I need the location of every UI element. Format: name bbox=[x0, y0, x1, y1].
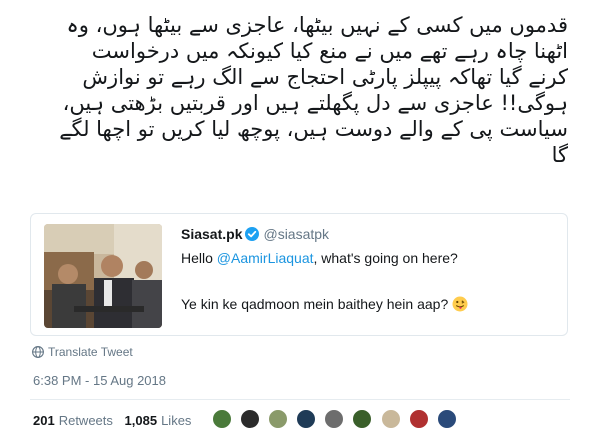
quoted-tweet-card[interactable]: Siasat.pk @siasatpk Hello @AamirLiaquat, … bbox=[30, 213, 568, 336]
liker-avatar[interactable] bbox=[240, 409, 261, 429]
tweet-text-line: گا bbox=[551, 143, 568, 167]
tweet-stats: 201 Retweets 1,085 Likes bbox=[33, 413, 199, 428]
tweet-text-line: کرنے گیا تھاکہ پیپلز پارٹی احتجاج سے الگ… bbox=[82, 65, 568, 89]
quoted-author-name[interactable]: Siasat.pk bbox=[181, 226, 242, 242]
globe-icon bbox=[32, 346, 44, 358]
retweets-count[interactable]: 201 bbox=[33, 413, 55, 428]
liker-avatar[interactable] bbox=[436, 409, 457, 429]
translate-tweet-link[interactable]: Translate Tweet bbox=[32, 345, 133, 359]
tongue-out-emoji-icon bbox=[452, 296, 468, 312]
quoted-text-line2: Ye kin ke qadmoon mein baithey hein aap? bbox=[181, 296, 449, 312]
liker-avatar[interactable] bbox=[296, 409, 317, 429]
divider bbox=[30, 399, 570, 400]
liker-avatar[interactable] bbox=[408, 409, 429, 429]
quoted-author-handle[interactable]: @siasatpk bbox=[263, 226, 329, 242]
likers-avatar-list bbox=[212, 409, 460, 431]
quoted-text-prefix: Hello bbox=[181, 250, 217, 266]
tweet-text-line: قدموں میں کسی کے نہیں بیٹھا، عاجزی سے بی… bbox=[66, 13, 568, 37]
tweet-timestamp[interactable]: 6:38 PM - 15 Aug 2018 bbox=[33, 373, 166, 388]
retweets-stat[interactable]: 201 Retweets bbox=[33, 413, 113, 428]
translate-tweet-label[interactable]: Translate Tweet bbox=[48, 345, 133, 359]
liker-avatar[interactable] bbox=[380, 409, 401, 429]
verified-badge-icon bbox=[245, 227, 260, 241]
quoted-tweet-photo[interactable] bbox=[44, 224, 162, 328]
mention-link[interactable]: @AamirLiaquat bbox=[217, 250, 314, 266]
tweet-text: قدموں میں کسی کے نہیں بیٹھا، عاجزی سے بی… bbox=[28, 12, 568, 168]
tweet-text-line: اٹھنا چاہ رہے تھے میں نے منع کیا کیونکہ … bbox=[91, 39, 568, 63]
liker-avatar[interactable] bbox=[212, 409, 232, 429]
tweet-text-line: سیاست پی کے والے دوست ہیں، پوچھ لیا کریں… bbox=[59, 117, 568, 141]
likes-stat[interactable]: 1,085 Likes bbox=[125, 413, 192, 428]
quoted-tweet-header[interactable]: Siasat.pk @siasatpk bbox=[181, 225, 329, 243]
likes-label[interactable]: Likes bbox=[161, 413, 191, 428]
likes-count[interactable]: 1,085 bbox=[125, 413, 158, 428]
liker-avatar[interactable] bbox=[352, 409, 373, 429]
liker-avatar[interactable] bbox=[268, 409, 289, 429]
liker-avatar[interactable] bbox=[324, 409, 345, 429]
quoted-tweet-text-line2: Ye kin ke qadmoon mein baithey hein aap? bbox=[181, 295, 468, 313]
retweets-label[interactable]: Retweets bbox=[59, 413, 113, 428]
tweet-text-line: ہوگی!! عاجزی سے دل پگھلتے ہیں اور قربتیں… bbox=[62, 91, 568, 115]
quoted-tweet-text-line1: Hello @AamirLiaquat, what's going on her… bbox=[181, 249, 458, 267]
photo-image bbox=[44, 224, 162, 328]
quoted-text-suffix: , what's going on here? bbox=[313, 250, 458, 266]
